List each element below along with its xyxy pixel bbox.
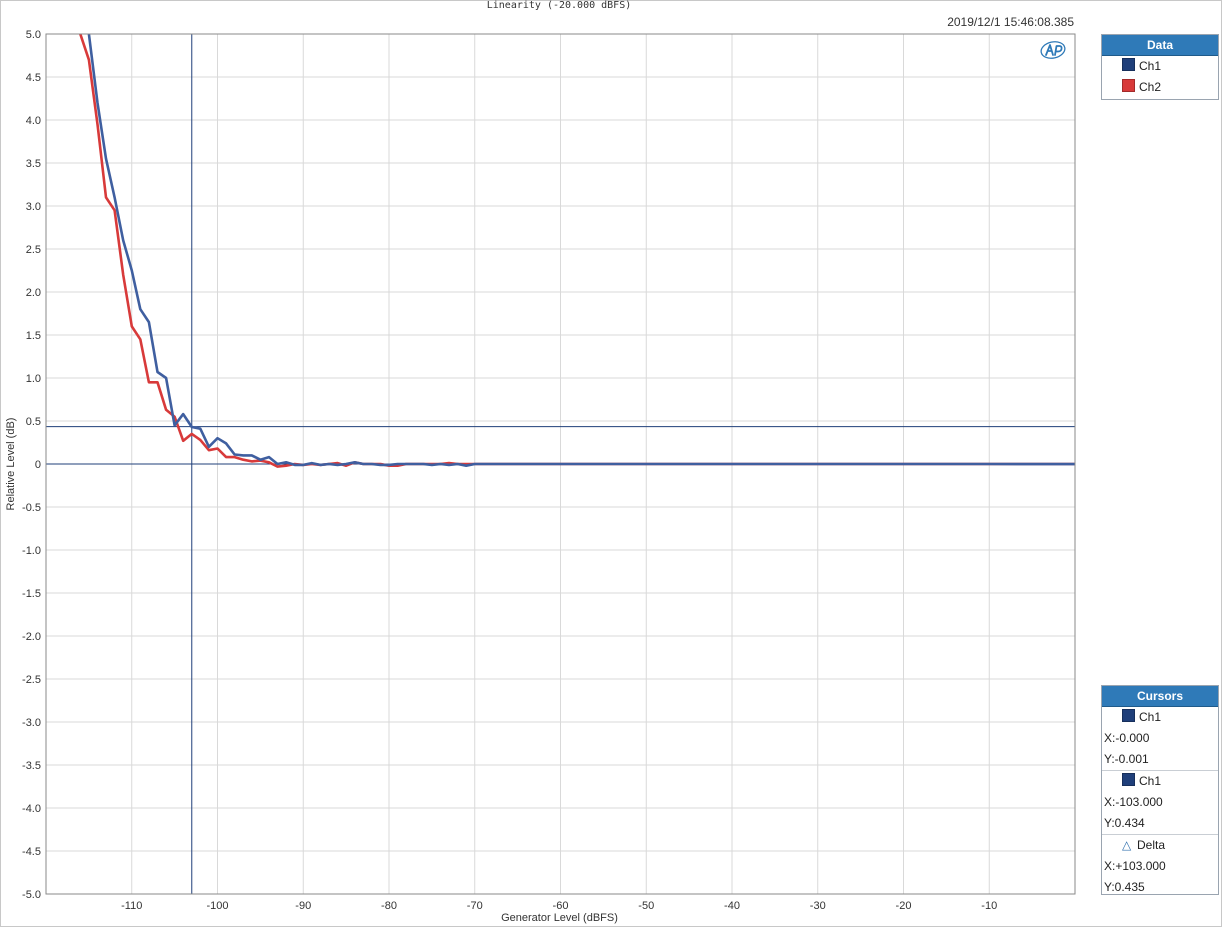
y-tick-label: -2.0 <box>22 631 41 643</box>
cursor-block-2[interactable]: Ch1 X:-103.000 Y:0.434 <box>1102 771 1218 835</box>
x-tick-label: -50 <box>638 900 654 912</box>
x-tick-label: -60 <box>553 900 569 912</box>
x-tick-label: -10 <box>981 900 997 912</box>
cursors-panel[interactable]: Cursors Ch1 X:-0.000 Y:-0.001 Ch1 X:-103… <box>1101 685 1219 895</box>
y-tick-label: -0.5 <box>22 502 41 514</box>
delta-label: Delta <box>1137 838 1166 852</box>
y-tick-label: 3.5 <box>26 158 41 170</box>
delta-x-readout: X:+103.000 <box>1104 859 1166 873</box>
y-axis-label: Relative Level (dB) <box>5 418 17 511</box>
delta-triangle-icon: △ <box>1122 838 1132 852</box>
y-tick-label: 3.0 <box>26 201 41 213</box>
cursors-panel-title: Cursors <box>1102 686 1218 707</box>
y-tick-label: 0 <box>35 459 41 471</box>
legend-swatch <box>1122 79 1135 92</box>
y-tick-label: 1.0 <box>26 373 41 385</box>
legend-item-ch2[interactable]: Ch2 <box>1102 77 1218 98</box>
cursor-channel-label: Ch1 <box>1139 710 1162 724</box>
x-tick-label: -90 <box>295 900 311 912</box>
y-tick-label: 0.5 <box>26 416 41 428</box>
legend-panel-title: Data <box>1102 35 1218 56</box>
x-axis-label: Generator Level (dBFS) <box>501 912 618 924</box>
y-tick-label: 2.5 <box>26 244 41 256</box>
y-tick-label: -1.0 <box>22 545 41 557</box>
cursor-y-readout: Y:0.434 <box>1104 816 1145 830</box>
cursor-channel: Ch1 <box>1102 707 1218 728</box>
cursor-y-readout: Y:-0.001 <box>1104 752 1149 766</box>
cursor-delta-block[interactable]: △ Delta X:+103.000 Y:0.435 <box>1102 835 1218 898</box>
legend-label: Ch1 <box>1139 59 1162 73</box>
y-tick-label: 4.0 <box>26 115 41 127</box>
x-tick-label: -40 <box>724 900 740 912</box>
cursor-x-readout: X:-103.000 <box>1104 795 1163 809</box>
x-tick-label: -100 <box>206 900 228 912</box>
ap-logo-icon <box>1040 41 1066 59</box>
y-tick-label: 2.0 <box>26 287 41 299</box>
cursor-x-readout: X:-0.000 <box>1104 731 1150 745</box>
y-tick-label: 1.5 <box>26 330 41 342</box>
y-tick-label: -1.5 <box>22 588 41 600</box>
legend-swatch <box>1122 58 1135 71</box>
channel-swatch <box>1122 773 1135 786</box>
legend-item-ch1[interactable]: Ch1 <box>1102 56 1218 77</box>
x-tick-label: -110 <box>121 900 142 912</box>
delta-header: △ Delta <box>1102 835 1218 856</box>
y-tick-label: -2.5 <box>22 674 41 686</box>
series-line-ch1 <box>87 34 1075 468</box>
y-tick-label: -3.5 <box>22 760 41 772</box>
y-tick-label: -3.0 <box>22 717 41 729</box>
y-tick-label: -5.0 <box>22 889 41 901</box>
cursor-channel-label: Ch1 <box>1139 774 1162 788</box>
y-tick-label: 5.0 <box>26 29 41 41</box>
x-tick-label: -20 <box>896 900 912 912</box>
legend-panel[interactable]: Data Ch1 Ch2 <box>1101 34 1219 100</box>
x-axis-ticks: -110 -100 -90 -80 -70 -60 -50 -40 -30 -20 -10 <box>121 900 997 912</box>
plot-area[interactable]: 5.0 4.5 4.0 3.5 3.0 2.5 2.0 1.5 1.0 0.5 0 -0.5 -1.0 -… <box>0 0 1222 927</box>
delta-y-readout: Y:0.435 <box>1104 880 1145 894</box>
x-tick-label: -70 <box>467 900 483 912</box>
series-layer <box>79 34 1075 468</box>
cursor-block-1[interactable]: Ch1 X:-0.000 Y:-0.001 <box>1102 707 1218 771</box>
y-tick-label: -4.0 <box>22 803 41 815</box>
legend-label: Ch2 <box>1139 80 1162 94</box>
series-line-ch2 <box>79 34 1075 468</box>
x-tick-label: -80 <box>381 900 397 912</box>
x-tick-label: -30 <box>810 900 826 912</box>
y-axis-ticks: 5.0 4.5 4.0 3.5 3.0 2.5 2.0 1.5 1.0 0.5 0 -0.5 -1.0 -… <box>22 29 41 901</box>
y-tick-label: -4.5 <box>22 846 41 858</box>
y-tick-label: 4.5 <box>26 72 41 84</box>
cursor-channel: Ch1 <box>1102 771 1218 792</box>
channel-swatch <box>1122 709 1135 722</box>
